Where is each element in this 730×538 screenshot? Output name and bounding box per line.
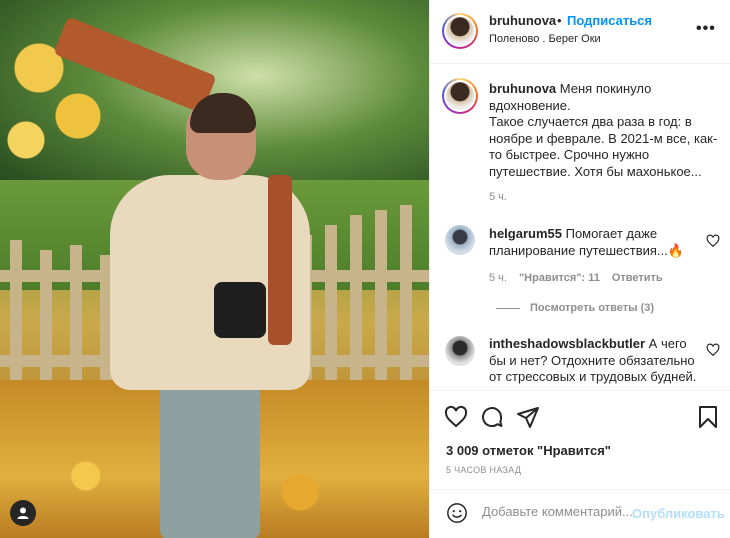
- comment-input[interactable]: [482, 504, 632, 519]
- share-send-icon[interactable]: [516, 405, 540, 429]
- photo-person-legs: [160, 380, 260, 538]
- commenter-avatar[interactable]: [445, 225, 475, 255]
- comment-likes-count[interactable]: "Нравится": 11: [519, 272, 600, 284]
- post-sidebar: bruhunova • Подписаться Поленово . Берег…: [429, 0, 730, 538]
- photo-bag: [214, 282, 266, 338]
- likes-count[interactable]: 3 009 отметок "Нравится": [446, 443, 611, 458]
- commenter-avatar[interactable]: [445, 336, 475, 366]
- fire-emoji-icon: 🔥: [667, 242, 684, 258]
- comment-like-heart-icon[interactable]: [706, 343, 720, 357]
- tagged-user-icon[interactable]: [10, 500, 36, 526]
- post-header: bruhunova • Подписаться Поленово . Берег…: [430, 0, 730, 64]
- comments-list[interactable]: bruhunova Меня покинуло вдохновение. Так…: [430, 64, 730, 390]
- person-icon: [17, 507, 29, 519]
- photo-scarf-end: [268, 175, 292, 345]
- reply-button[interactable]: Ответить: [612, 272, 663, 284]
- caption-username[interactable]: bruhunova: [489, 81, 556, 96]
- comment-meta: 5 ч. "Нравится": 11 Ответить: [489, 272, 663, 284]
- save-bookmark-icon[interactable]: [696, 405, 720, 429]
- caption-line-2: Такое случается два раза в год: в ноябре…: [489, 114, 718, 179]
- comment-time[interactable]: 5 ч.: [489, 272, 507, 284]
- post-actions: 3 009 отметок "Нравится" 5 ЧАСОВ НАЗАД О…: [430, 390, 730, 536]
- caption-author-avatar[interactable]: [442, 78, 478, 114]
- post-caption: bruhunova Меня покинуло вдохновение. Так…: [489, 81, 724, 180]
- replies-divider: [496, 307, 520, 309]
- view-replies-button[interactable]: Посмотреть ответы (3): [496, 302, 654, 314]
- emoji-smiley-icon[interactable]: [446, 502, 468, 524]
- caption-time[interactable]: 5 ч.: [489, 191, 507, 203]
- view-replies-label: Посмотреть ответы (3): [530, 302, 655, 314]
- publish-button[interactable]: Опубликовать: [632, 506, 725, 521]
- comment-bubble-icon[interactable]: [480, 405, 504, 429]
- comment-username[interactable]: intheshadowsblackbutler: [489, 336, 645, 351]
- comment-username[interactable]: helgarum55: [489, 226, 562, 241]
- post-timestamp[interactable]: 5 ЧАСОВ НАЗАД: [446, 465, 521, 475]
- add-comment-bar: Опубликовать: [430, 489, 730, 537]
- post-location[interactable]: Поленово . Берег Оки: [489, 33, 601, 45]
- follow-button[interactable]: Подписаться: [567, 13, 652, 28]
- comment-text: intheshadowsblackbutler А чего бы и нет?…: [489, 336, 704, 386]
- author-avatar[interactable]: [442, 13, 478, 49]
- comment-text: helgarum55 Помогает даже планирование пу…: [489, 226, 704, 259]
- author-username[interactable]: bruhunova: [489, 13, 556, 28]
- like-heart-icon[interactable]: [444, 405, 468, 429]
- comment-like-heart-icon[interactable]: [706, 234, 720, 248]
- separator-dot: •: [557, 13, 562, 28]
- more-options-icon[interactable]: •••: [696, 20, 716, 38]
- post-photo[interactable]: [0, 0, 429, 538]
